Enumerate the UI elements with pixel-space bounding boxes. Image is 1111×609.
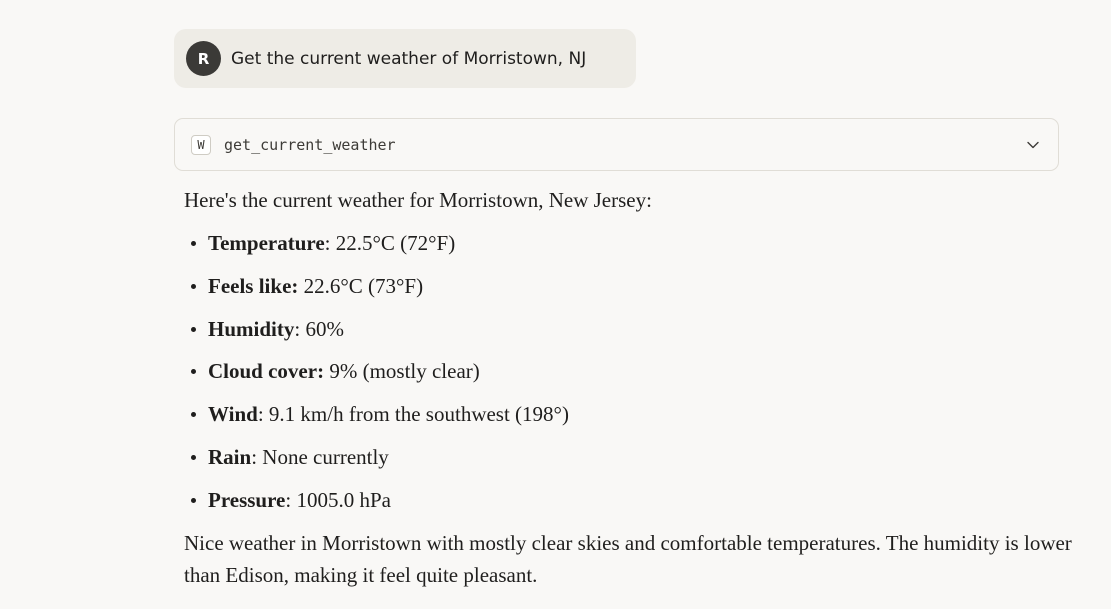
response-summary: Nice weather in Morristown with mostly c…: [184, 530, 1072, 587]
list-item-value: 9% (mostly clear): [324, 359, 480, 384]
list-item-value: : 60%: [294, 316, 344, 341]
list-item-value: : 9.1 km/h from the southwest (198°): [257, 402, 569, 427]
list-item-label: Wind: [208, 402, 258, 427]
assistant-response: Here's the current weather for Morristow…: [184, 184, 1084, 591]
user-message-bubble: R Get the current weather of Morristown,…: [174, 29, 636, 88]
list-item-cloud-cover: Cloud cover: 9% (mostly clear): [184, 355, 1084, 387]
list-item-value: : 1005.0 hPa: [285, 487, 391, 512]
weather-tool-icon: W: [191, 134, 211, 155]
list-item-label: Feels like:: [208, 273, 299, 298]
list-item-label: Humidity: [208, 316, 295, 341]
list-item-value: 22.6°C (73°F): [298, 273, 424, 298]
list-item-rain: Rain: None currently: [184, 441, 1084, 473]
list-item-humidity: Humidity: 60%: [184, 313, 1084, 345]
user-message-text: Get the current weather of Morristown, N…: [231, 48, 587, 69]
list-item-value: : 22.5°C (72°F): [324, 231, 456, 255]
weather-details-list: Temperature: 22.5°C (72°F) Feels like: 2…: [184, 227, 1084, 516]
list-item-pressure: Pressure: 1005.0 hPa: [184, 484, 1084, 516]
tool-call-card[interactable]: W get_current_weather: [174, 118, 1059, 171]
list-item-feels-like: Feels like: 22.6°C (73°F): [184, 270, 1084, 302]
list-item-label: Pressure: [208, 487, 286, 512]
list-item-label: Temperature: [208, 231, 325, 255]
list-item-value: : None currently: [251, 444, 389, 469]
list-item-temperature: Temperature: 22.5°C (72°F): [184, 227, 1084, 259]
response-intro: Here's the current weather for Morristow…: [184, 188, 652, 212]
tool-call-name: get_current_weather: [224, 135, 396, 154]
user-avatar[interactable]: R: [186, 41, 221, 76]
chevron-down-icon[interactable]: [1026, 138, 1040, 152]
list-item-label: Cloud cover:: [208, 359, 325, 384]
list-item-wind: Wind: 9.1 km/h from the southwest (198°): [184, 398, 1084, 430]
list-item-label: Rain: [208, 444, 252, 469]
